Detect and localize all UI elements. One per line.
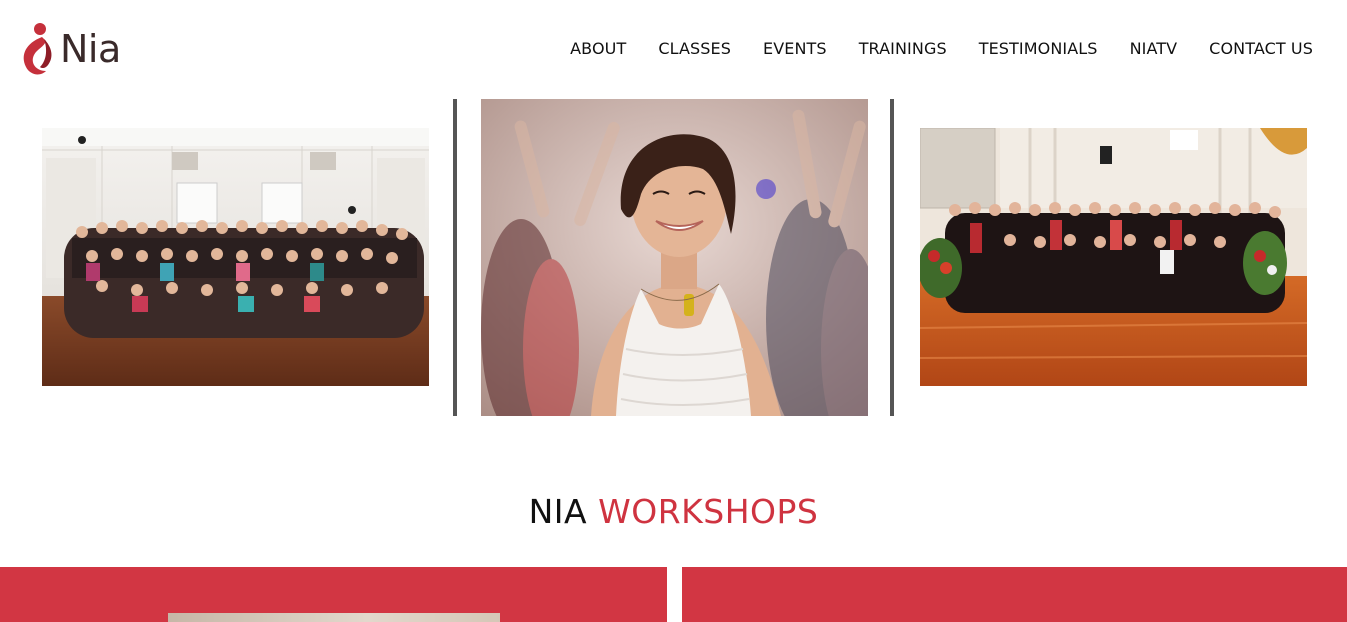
nav-classes[interactable]: CLASSES	[658, 38, 731, 60]
site-header: Nia ABOUT CLASSES EVENTS TRAININGS TESTI…	[0, 0, 1347, 98]
logo-wordmark: Nia	[60, 27, 121, 71]
group-photo-hall	[920, 128, 1307, 386]
nav-events[interactable]: EVENTS	[763, 38, 827, 60]
section-title-nia-workshops: NIA WORKSHOPS	[0, 492, 1347, 531]
gallery-divider	[890, 99, 894, 416]
section-title-part1: NIA	[528, 492, 588, 531]
nav-testimonials[interactable]: TESTIMONIALS	[979, 38, 1098, 60]
nia-logo-icon	[23, 23, 52, 75]
smiling-dancer-photo	[481, 99, 868, 416]
nav-niatv[interactable]: NIATV	[1130, 38, 1178, 60]
workshop-card-right[interactable]	[682, 567, 1347, 622]
nav-trainings[interactable]: TRAININGS	[859, 38, 947, 60]
photo-gallery	[0, 98, 1347, 418]
workshop-card-left[interactable]	[0, 567, 667, 622]
main-nav: ABOUT CLASSES EVENTS TRAININGS TESTIMONI…	[570, 38, 1313, 60]
nia-logo[interactable]: Nia	[18, 20, 124, 78]
nav-about[interactable]: ABOUT	[570, 38, 626, 60]
group-photo-studio	[42, 128, 429, 386]
gallery-divider	[453, 99, 457, 416]
section-title-part2: WORKSHOPS	[598, 492, 819, 531]
nav-contact-us[interactable]: CONTACT US	[1209, 38, 1313, 60]
workshop-card-image	[168, 613, 500, 622]
